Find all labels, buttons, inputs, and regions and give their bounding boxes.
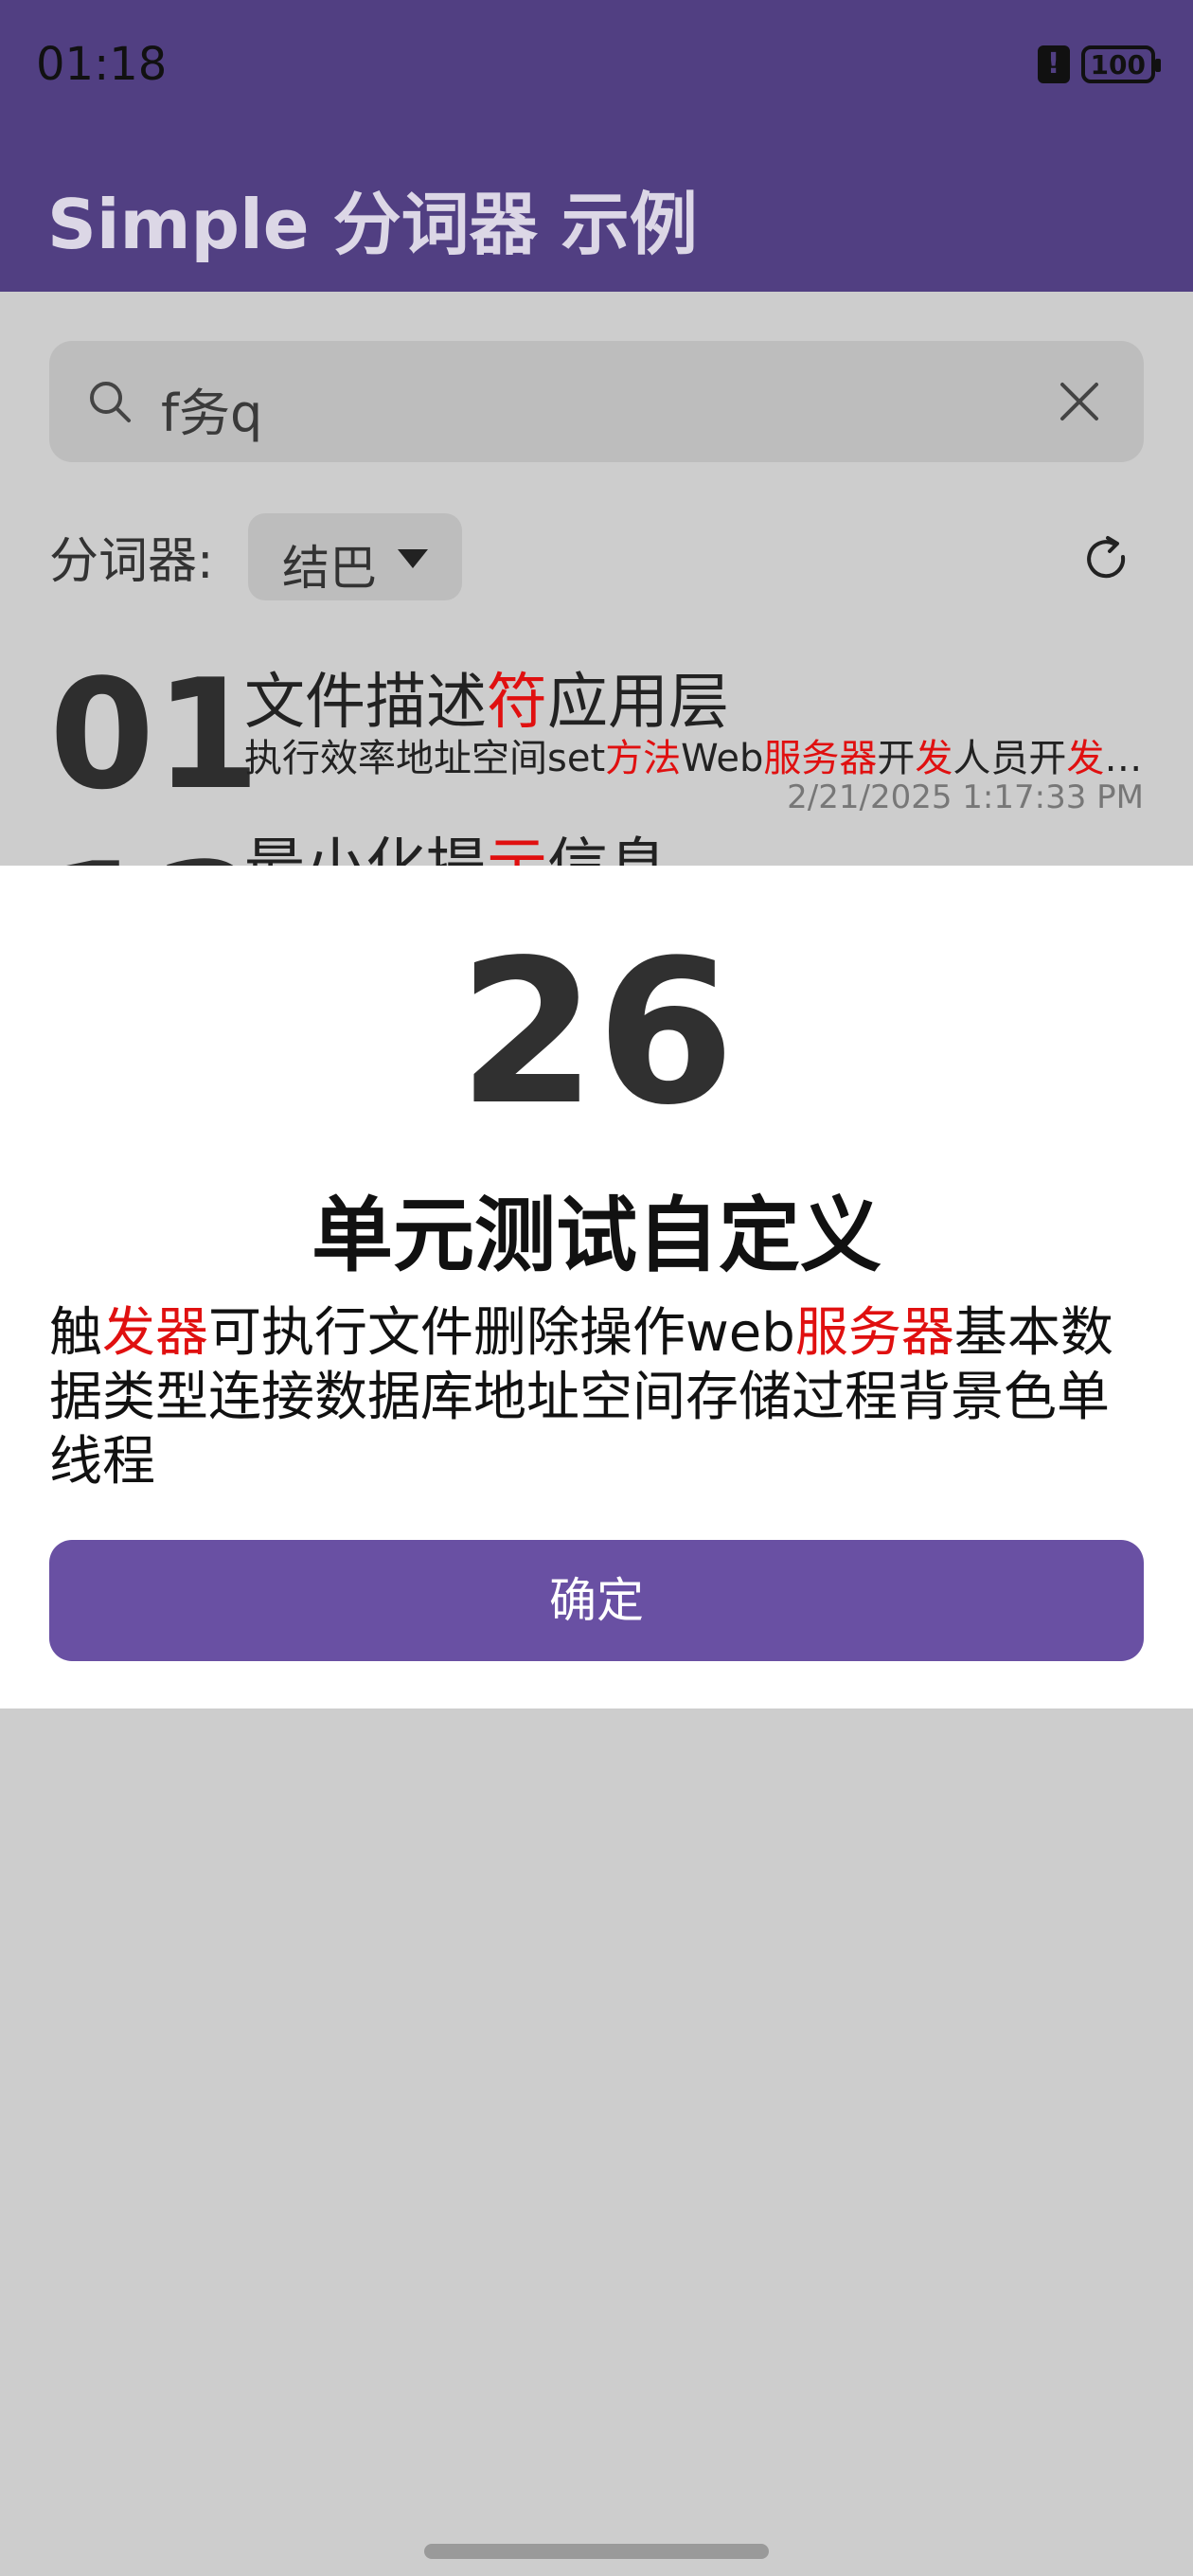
item-title: 最小化提示信息 [244, 818, 668, 871]
list-item[interactable]: 12 最小化提示信息 [0, 814, 1193, 871]
body-part: 可执行文件删除操作web [208, 1302, 795, 1364]
battery-icon: 100 [1080, 45, 1162, 83]
desc-part-highlight: 方法 [605, 737, 682, 780]
desc-part: 人员开 [953, 737, 1067, 780]
list-item[interactable]: 01 文件描述符应用层 执行效率地址空间set方法Web服务器开发人员开发者..… [0, 644, 1193, 823]
body-part: 触 [49, 1302, 102, 1364]
refresh-icon[interactable] [1079, 532, 1132, 585]
item-description: 执行效率地址空间set方法Web服务器开发人员开发者... [244, 727, 1144, 782]
caret-down-icon [398, 549, 428, 568]
search-value: f务q [161, 384, 263, 443]
dialog-body: 触发器可执行文件删除操作web服务器基本数据类型连接数据库地址空间存储过程背景色… [49, 1301, 1144, 1494]
close-icon[interactable] [1057, 379, 1102, 424]
desc-part-highlight: 发 [915, 737, 953, 780]
dialog-number: 26 [457, 917, 736, 1149]
segmenter-dropdown[interactable]: 结巴 [248, 513, 462, 600]
status-bar: 01:18 100 [0, 0, 1193, 133]
home-indicator[interactable] [424, 2544, 769, 2559]
confirm-button[interactable]: 确定 [49, 1540, 1144, 1661]
desc-part-highlight: 发 [1066, 737, 1105, 780]
item-number: 01 [49, 646, 260, 823]
app-title: Simple 分词器 示例 [47, 185, 698, 264]
status-time: 01:18 [36, 38, 168, 91]
search-input[interactable]: f务q [49, 341, 1144, 462]
search-icon [90, 382, 131, 422]
item-timestamp: 2/21/2025 1:17:33 PM [787, 778, 1144, 816]
status-indicators: 100 [1037, 45, 1162, 83]
segmenter-label: 分词器: [49, 533, 214, 590]
desc-part: Web [681, 737, 764, 780]
desc-part: 开 [877, 737, 916, 780]
body-part-highlight: 服务器 [794, 1302, 954, 1364]
segmenter-selected: 结巴 [282, 541, 377, 596]
body-part-highlight: 发器 [102, 1302, 208, 1364]
dialog-title: 单元测试自定义 [312, 1189, 881, 1283]
app-bar: Simple 分词器 示例 [0, 133, 1193, 292]
desc-part: 执行效率地址空间set [244, 737, 606, 780]
detail-dialog: 26 单元测试自定义 触发器可执行文件删除操作web服务器基本数据类型连接数据库… [0, 866, 1193, 1708]
sim-alert-icon [1037, 45, 1070, 83]
desc-part-highlight: 服务器 [763, 737, 878, 780]
